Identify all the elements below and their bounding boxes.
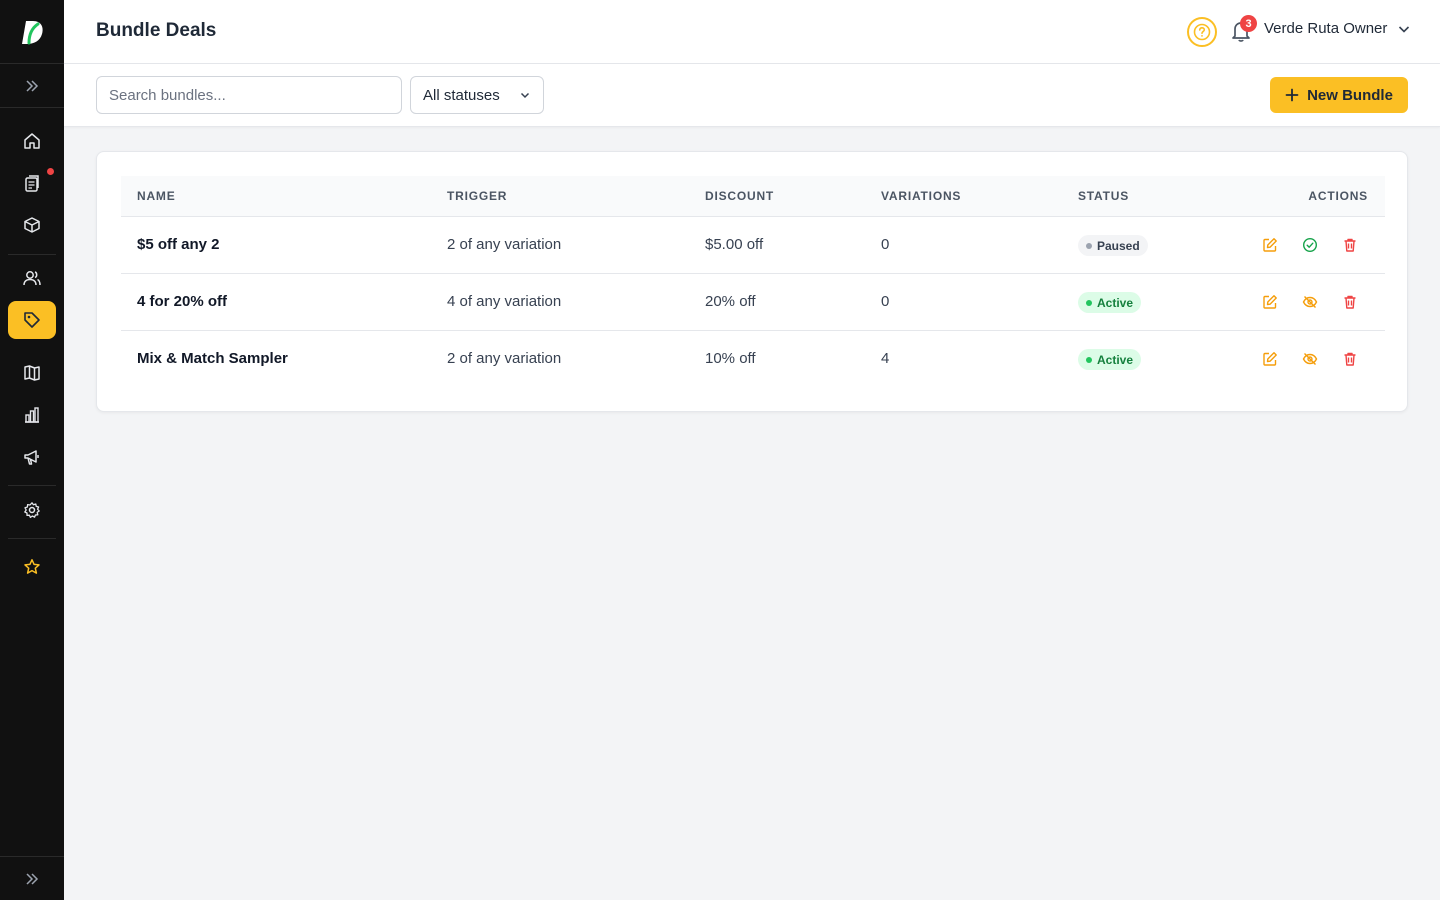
status-label: Active [1097,352,1134,367]
new-bundle-button[interactable]: New Bundle [1270,77,1408,113]
bundle-discount: 20% off [705,293,756,310]
sidebar-collapse-toggle[interactable] [0,856,64,900]
bundles-table-card: NAME TRIGGER DISCOUNT VARIATIONS STATUS … [96,151,1408,412]
delete-button[interactable] [1340,292,1360,312]
star-icon [24,559,40,574]
help-question-icon [1193,23,1211,41]
activate-check-icon [1302,237,1318,253]
sidebar-item-orders[interactable] [8,164,56,202]
sidebar-divider [8,254,56,255]
home-icon [24,133,40,149]
megaphone-icon [24,450,39,465]
status-badge: Active [1078,292,1142,313]
column-header-trigger: TRIGGER [447,189,508,203]
trash-icon [1344,295,1356,309]
bundle-name: $5 off any 2 [137,236,220,253]
logo-icon [22,20,43,44]
status-filter-select[interactable]: All statuses [410,76,544,114]
status-dot [1086,356,1092,363]
bundle-variations: 0 [881,293,890,310]
sidebar-divider [8,538,56,539]
orders-icon [25,175,39,192]
table-header: NAME TRIGGER DISCOUNT VARIATIONS STATUS … [121,176,1385,217]
bundle-variations: 4 [881,350,890,367]
chevrons-right-icon [26,79,39,92]
edit-pencil-icon [1263,238,1277,252]
tag-icon [24,312,40,328]
catalog-book-icon [24,365,40,381]
edit-pencil-icon [1263,295,1277,309]
sidebar-divider [8,485,56,486]
gear-icon [24,502,40,519]
sidebar-item-home[interactable] [8,122,56,160]
chevrons-right-icon [26,872,39,885]
customers-icon [23,271,41,286]
trash-icon [1344,238,1356,252]
edit-button[interactable] [1260,292,1280,312]
table-row[interactable]: $5 off any 2 2 of any variation $5.00 of… [121,217,1385,274]
app-logo[interactable] [0,0,64,64]
toolbar: All statuses New Bundle [64,64,1440,127]
analytics-bar-icon [25,407,39,423]
pause-button[interactable] [1300,292,1320,312]
column-header-actions: ACTIONS [1308,189,1368,203]
bundle-trigger: 4 of any variation [447,293,562,310]
table-row[interactable]: Mix & Match Sampler 2 of any variation 1… [121,331,1385,388]
edit-button[interactable] [1260,235,1280,255]
activate-button[interactable] [1300,235,1320,255]
status-label: Active [1097,295,1134,310]
pause-button[interactable] [1300,349,1320,369]
orders-notification-dot [47,168,54,175]
bundle-name: Mix & Match Sampler [137,350,288,367]
status-badge: Paused [1078,235,1148,256]
notification-count-badge: 3 [1240,15,1257,32]
user-menu[interactable]: Verde Ruta Owner [1264,20,1411,37]
bundle-trigger: 2 of any variation [447,236,562,253]
status-label: Paused [1097,238,1140,253]
sidebar-item-analytics[interactable] [8,396,56,434]
table-row[interactable]: 4 for 20% off 4 of any variation 20% off… [121,274,1385,331]
bundle-name: 4 for 20% off [137,293,228,310]
column-header-discount: DISCOUNT [705,189,775,203]
user-name: Verde Ruta Owner [1264,20,1388,37]
chevron-down-icon [1399,25,1410,33]
status-dot [1086,299,1092,306]
bundle-discount: $5.00 off [705,236,764,253]
edit-pencil-icon [1263,352,1277,366]
column-header-status: STATUS [1078,189,1130,203]
page-title: Bundle Deals [96,20,217,41]
help-button[interactable] [1187,17,1217,47]
status-filter-value: All statuses [423,86,500,104]
bundle-discount: 10% off [705,350,756,367]
edit-button[interactable] [1260,349,1280,369]
products-box-icon [24,217,40,233]
sidebar [0,0,64,900]
trash-icon [1344,352,1356,366]
top-header: Bundle Deals 3 Verde Ruta Owner [64,0,1440,64]
sidebar-item-products[interactable] [8,206,56,244]
plus-icon [1285,88,1299,102]
sidebar-item-bundle-deals[interactable] [8,301,56,339]
sidebar-item-settings[interactable] [8,491,56,529]
bundle-variations: 0 [881,236,890,253]
search-input[interactable] [96,76,402,114]
column-header-variations: VARIATIONS [881,189,962,203]
delete-button[interactable] [1340,349,1360,369]
status-badge: Active [1078,349,1142,370]
bundle-trigger: 2 of any variation [447,350,562,367]
pause-eye-off-icon [1302,353,1318,365]
pause-eye-off-icon [1302,296,1318,308]
chevron-down-icon [520,92,530,99]
sidebar-expand-button[interactable] [0,64,64,108]
column-header-name: NAME [137,189,176,203]
delete-button[interactable] [1340,235,1360,255]
status-dot [1086,242,1092,249]
sidebar-item-customers[interactable] [8,259,56,297]
sidebar-item-catalog[interactable] [8,354,56,392]
sidebar-item-marketing[interactable] [8,438,56,476]
new-bundle-label: New Bundle [1307,86,1393,104]
sidebar-item-favorites[interactable] [8,548,56,586]
